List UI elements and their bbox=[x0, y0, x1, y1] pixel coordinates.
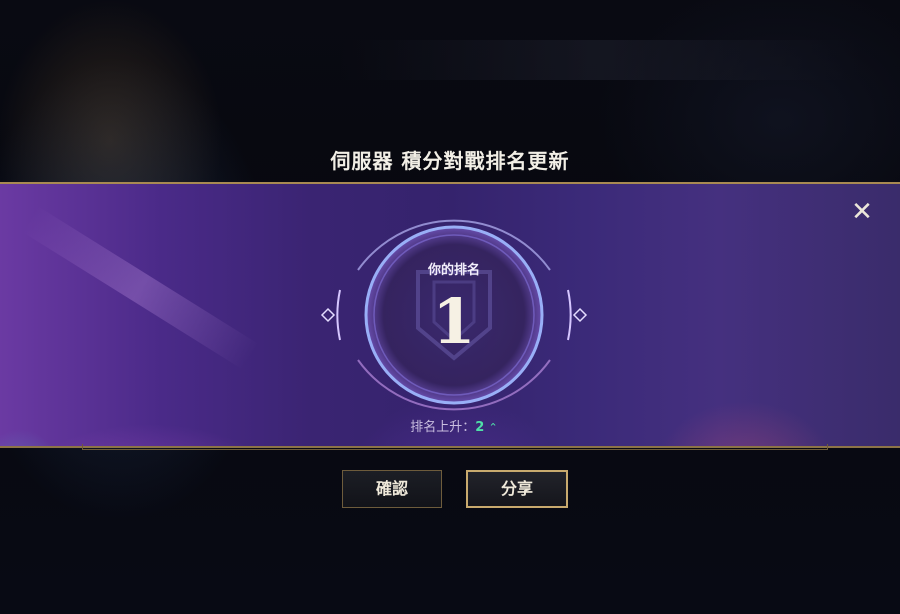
banner-underline-frame bbox=[82, 444, 828, 450]
confirm-button[interactable]: 確認 bbox=[342, 470, 442, 508]
background-blurred-header bbox=[340, 40, 860, 80]
rank-update-screen: 伺服器 積分對戰排名更新 ✕ 你的排名 1 排名上升：2 ⌃ 確認 分享 bbox=[0, 0, 900, 614]
dialog-title: 伺服器 積分對戰排名更新 bbox=[330, 149, 570, 173]
rank-number: 1 bbox=[432, 285, 476, 358]
close-icon[interactable]: ✕ bbox=[848, 198, 876, 226]
share-button[interactable]: 分享 bbox=[466, 470, 568, 508]
rank-up-arrow-icon: ⌃ bbox=[488, 421, 498, 434]
rank-change-value: 2 bbox=[475, 420, 485, 435]
rank-change-label: 排名上升： bbox=[410, 420, 476, 435]
rank-label: 你的排名 bbox=[427, 263, 480, 278]
rank-change: 排名上升：2 ⌃ bbox=[0, 416, 900, 435]
